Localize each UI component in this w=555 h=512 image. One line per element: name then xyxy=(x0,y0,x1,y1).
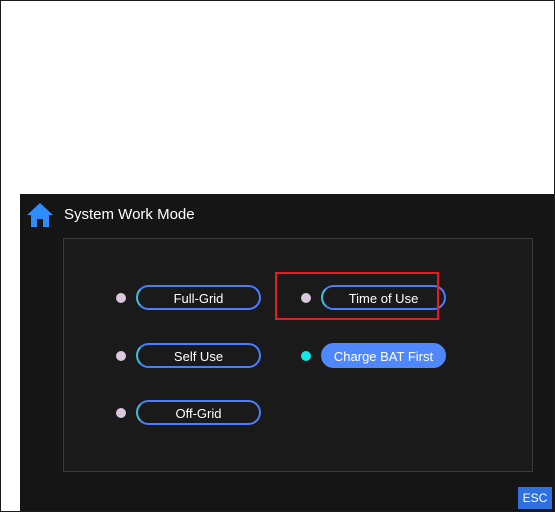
off-grid-button[interactable]: Off-Grid xyxy=(136,400,261,425)
header: System Work Mode xyxy=(20,194,554,234)
screenshot-frame: System Work Mode Full-Grid Self Use Off-… xyxy=(0,0,555,512)
highlight-box xyxy=(275,272,439,320)
full-grid-button[interactable]: Full-Grid xyxy=(136,285,261,310)
device-screen: System Work Mode Full-Grid Self Use Off-… xyxy=(20,194,554,511)
mode-indicator-dot xyxy=(116,293,126,303)
page-title: System Work Mode xyxy=(64,206,195,223)
mode-indicator-dot xyxy=(116,351,126,361)
self-use-button[interactable]: Self Use xyxy=(136,343,261,368)
home-icon[interactable] xyxy=(26,202,54,228)
charge-bat-first-button[interactable]: Charge BAT First xyxy=(321,343,446,368)
esc-button[interactable]: ESC xyxy=(518,487,552,509)
mode-indicator-dot-active xyxy=(301,351,311,361)
mode-indicator-dot xyxy=(116,408,126,418)
